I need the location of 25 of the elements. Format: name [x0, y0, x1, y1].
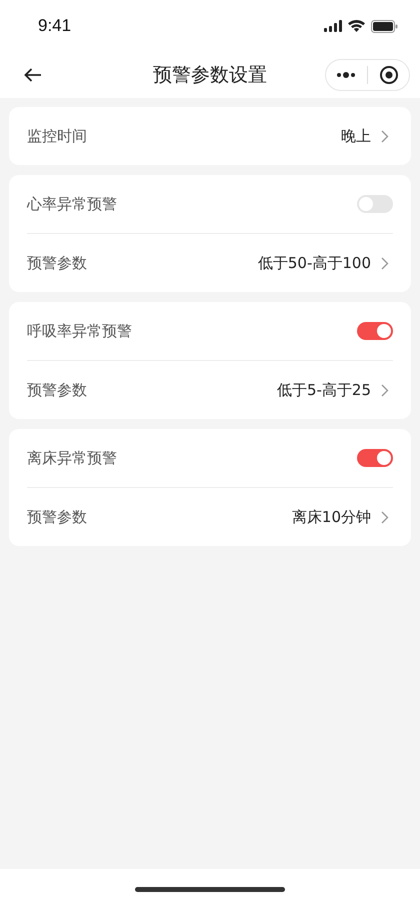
setting-value[interactable]: 离床10分钟	[292, 508, 371, 526]
battery-icon	[371, 20, 398, 32]
setting-value[interactable]: 晚上	[341, 126, 371, 146]
back-icon[interactable]	[24, 68, 42, 82]
chevron-icon[interactable]	[381, 384, 389, 396]
setting-label: 心率异常预警	[27, 194, 118, 214]
setting-value[interactable]: 低于50-高于100	[258, 254, 371, 272]
page-title: 预警参数设置	[153, 63, 267, 88]
chevron-icon[interactable]	[381, 256, 389, 270]
setting-label: 预警参数	[27, 380, 88, 400]
setting-value[interactable]: 低于5-高于25	[276, 380, 371, 400]
status-time: 9:41	[38, 16, 72, 36]
setting-label: 呼吸率异常预警	[27, 322, 133, 340]
toggle-switch[interactable]	[357, 195, 393, 213]
setting-label: 离床异常预警	[27, 448, 118, 468]
wifi-icon	[348, 20, 365, 32]
setting-label: 监控时间	[27, 126, 88, 146]
more-icon[interactable]	[336, 72, 356, 78]
signal-icon	[324, 20, 342, 32]
toggle-switch[interactable]	[357, 322, 393, 340]
chevron-icon[interactable]	[381, 130, 389, 142]
setting-label: 预警参数	[27, 508, 88, 526]
setting-label: 预警参数	[27, 254, 88, 272]
chevron-icon[interactable]	[381, 510, 389, 524]
toggle-switch[interactable]	[357, 449, 393, 467]
